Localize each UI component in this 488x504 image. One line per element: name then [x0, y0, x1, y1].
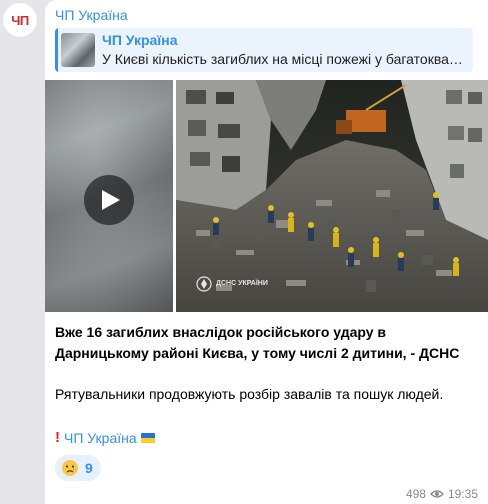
signature-link[interactable]: ЧП Україна	[64, 430, 137, 446]
reaction-count: 9	[85, 460, 93, 476]
message-time: 19:35	[447, 487, 478, 501]
dsns-label: ДСНС УКРАЇНИ	[216, 280, 268, 287]
reaction-button[interactable]: 9	[55, 455, 101, 481]
post-signature: ! ЧП Україна	[55, 429, 155, 446]
dsns-emblem-icon	[196, 276, 212, 292]
reply-thumbnail	[61, 33, 95, 67]
message-meta: 498 19:35	[406, 487, 478, 501]
eye-icon	[430, 490, 444, 498]
exclamation-icon: !	[55, 429, 60, 446]
message-bubble: ЧП Україна ЧП Україна У Києві кількість …	[45, 0, 488, 504]
avatar-text: ЧП	[11, 12, 29, 28]
play-button[interactable]	[84, 175, 134, 225]
channel-avatar[interactable]: ЧП	[2, 2, 38, 38]
reply-text: У Києві кількість загиблих на місці поже…	[102, 51, 470, 67]
reply-title: ЧП Україна	[102, 32, 178, 48]
photo-rubble[interactable]: ДСНС УКРАЇНИ	[176, 80, 488, 312]
post-headline: Вже 16 загиблих внаслідок російського уд…	[55, 324, 460, 361]
ukraine-flag-icon	[140, 432, 155, 443]
play-icon	[102, 190, 120, 210]
reply-accent-bar	[55, 28, 58, 72]
view-count: 498	[405, 487, 426, 501]
reply-preview[interactable]: ЧП Україна У Києві кількість загиблих на…	[55, 28, 473, 72]
post-body: Рятувальники продовжують розбір завалів …	[55, 386, 444, 402]
dsns-watermark: ДСНС УКРАЇНИ	[196, 276, 268, 292]
channel-name[interactable]: ЧП Україна	[55, 7, 128, 23]
video-thumbnail[interactable]	[45, 80, 173, 312]
crying-face-icon	[62, 460, 78, 476]
